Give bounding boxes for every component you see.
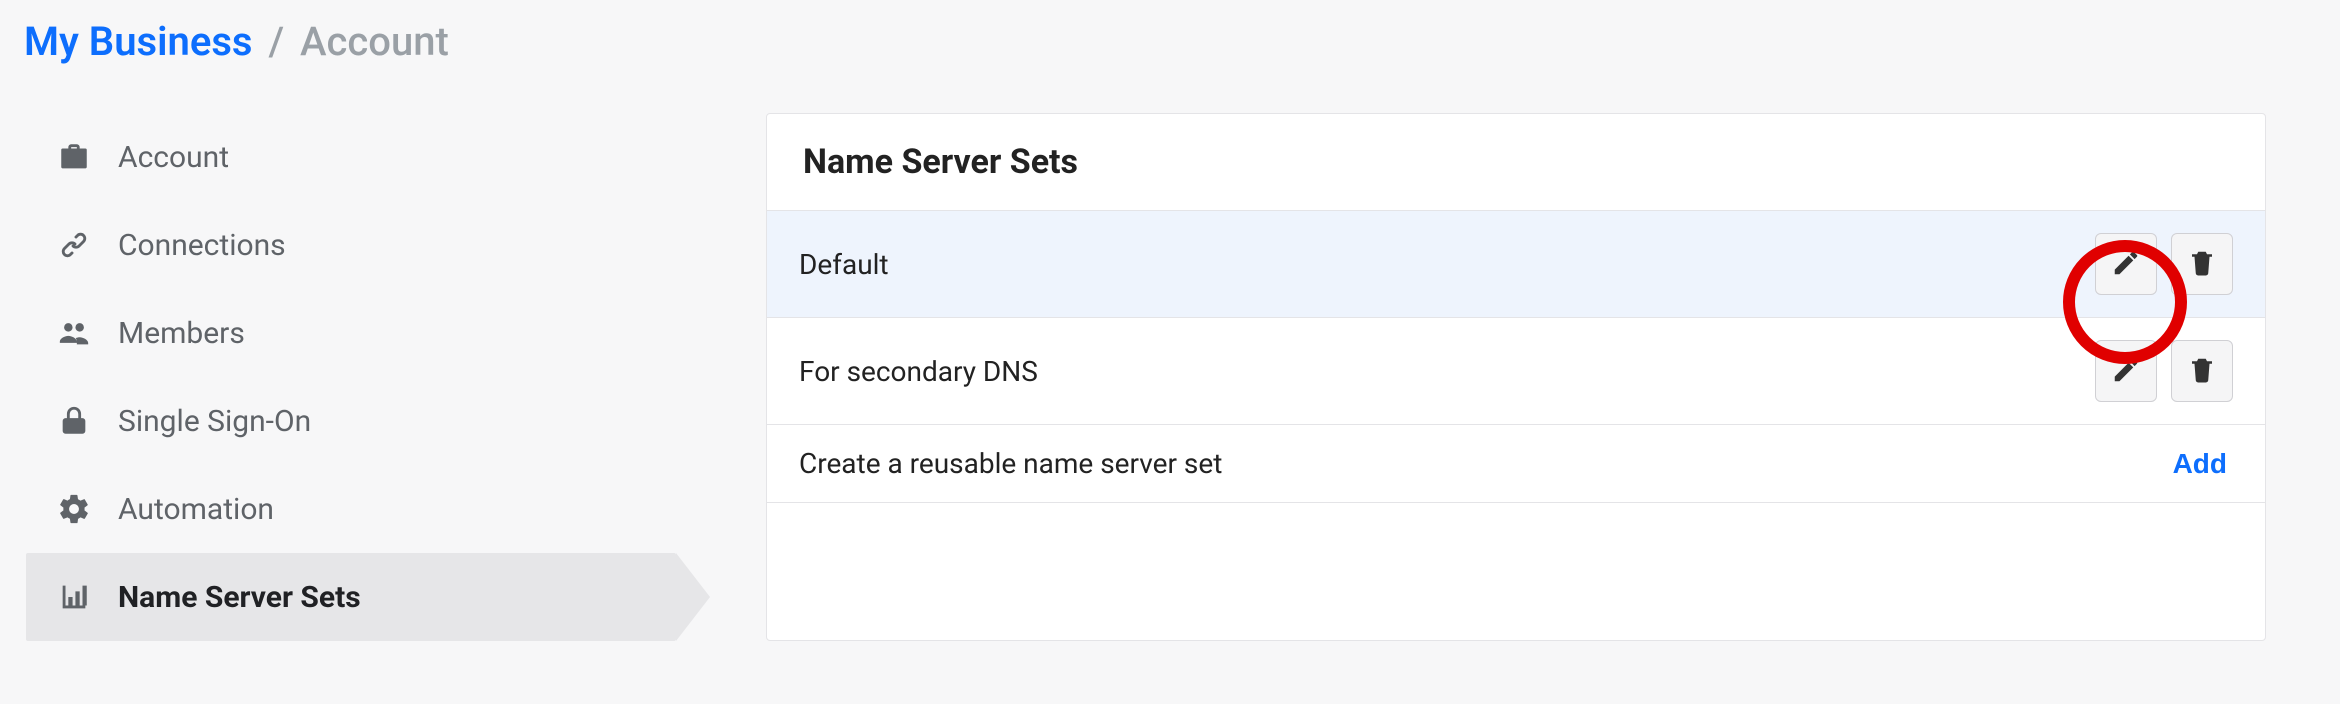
sidebar-item-label: Members bbox=[118, 316, 245, 351]
create-text: Create a reusable name server set bbox=[799, 447, 1222, 480]
trash-icon bbox=[2187, 248, 2217, 281]
sidebar-item-label: Connections bbox=[118, 228, 286, 263]
create-row: Create a reusable name server set Add bbox=[767, 425, 2265, 503]
trash-icon bbox=[2187, 355, 2217, 388]
delete-button[interactable] bbox=[2171, 340, 2233, 402]
delete-button[interactable] bbox=[2171, 233, 2233, 295]
lock-icon bbox=[54, 401, 94, 441]
add-button[interactable]: Add bbox=[2167, 448, 2233, 480]
sidebar-item-sso[interactable]: Single Sign-On bbox=[26, 377, 676, 465]
breadcrumb-primary[interactable]: My Business bbox=[24, 18, 252, 65]
people-icon bbox=[54, 313, 94, 353]
sidebar: Account Connections Members Single Sign-… bbox=[26, 113, 676, 641]
link-icon bbox=[54, 225, 94, 265]
pencil-icon bbox=[2111, 355, 2141, 388]
chart-icon bbox=[54, 577, 94, 617]
sidebar-item-account[interactable]: Account bbox=[26, 113, 676, 201]
breadcrumb-separator: / bbox=[268, 18, 284, 65]
sidebar-item-connections[interactable]: Connections bbox=[26, 201, 676, 289]
panel-title: Name Server Sets bbox=[767, 114, 2265, 211]
sidebar-item-label: Single Sign-On bbox=[118, 404, 311, 439]
sidebar-item-label: Account bbox=[118, 140, 229, 175]
edit-button[interactable] bbox=[2095, 340, 2157, 402]
gear-icon bbox=[54, 489, 94, 529]
sidebar-item-label: Name Server Sets bbox=[118, 580, 361, 615]
name-server-set-row: Default bbox=[767, 211, 2265, 318]
name-server-set-row: For secondary DNS bbox=[767, 318, 2265, 425]
breadcrumb: My Business / Account bbox=[24, 18, 2314, 65]
breadcrumb-secondary: Account bbox=[300, 18, 449, 65]
sidebar-item-automation[interactable]: Automation bbox=[26, 465, 676, 553]
briefcase-icon bbox=[54, 137, 94, 177]
sidebar-item-members[interactable]: Members bbox=[26, 289, 676, 377]
sidebar-item-label: Automation bbox=[118, 492, 274, 527]
name-server-set-name: For secondary DNS bbox=[799, 355, 1038, 388]
name-server-sets-panel: Name Server Sets Default bbox=[766, 113, 2266, 641]
name-server-set-name: Default bbox=[799, 248, 889, 281]
pencil-icon bbox=[2111, 248, 2141, 281]
edit-button[interactable] bbox=[2095, 233, 2157, 295]
sidebar-item-name-server-sets[interactable]: Name Server Sets bbox=[26, 553, 676, 641]
